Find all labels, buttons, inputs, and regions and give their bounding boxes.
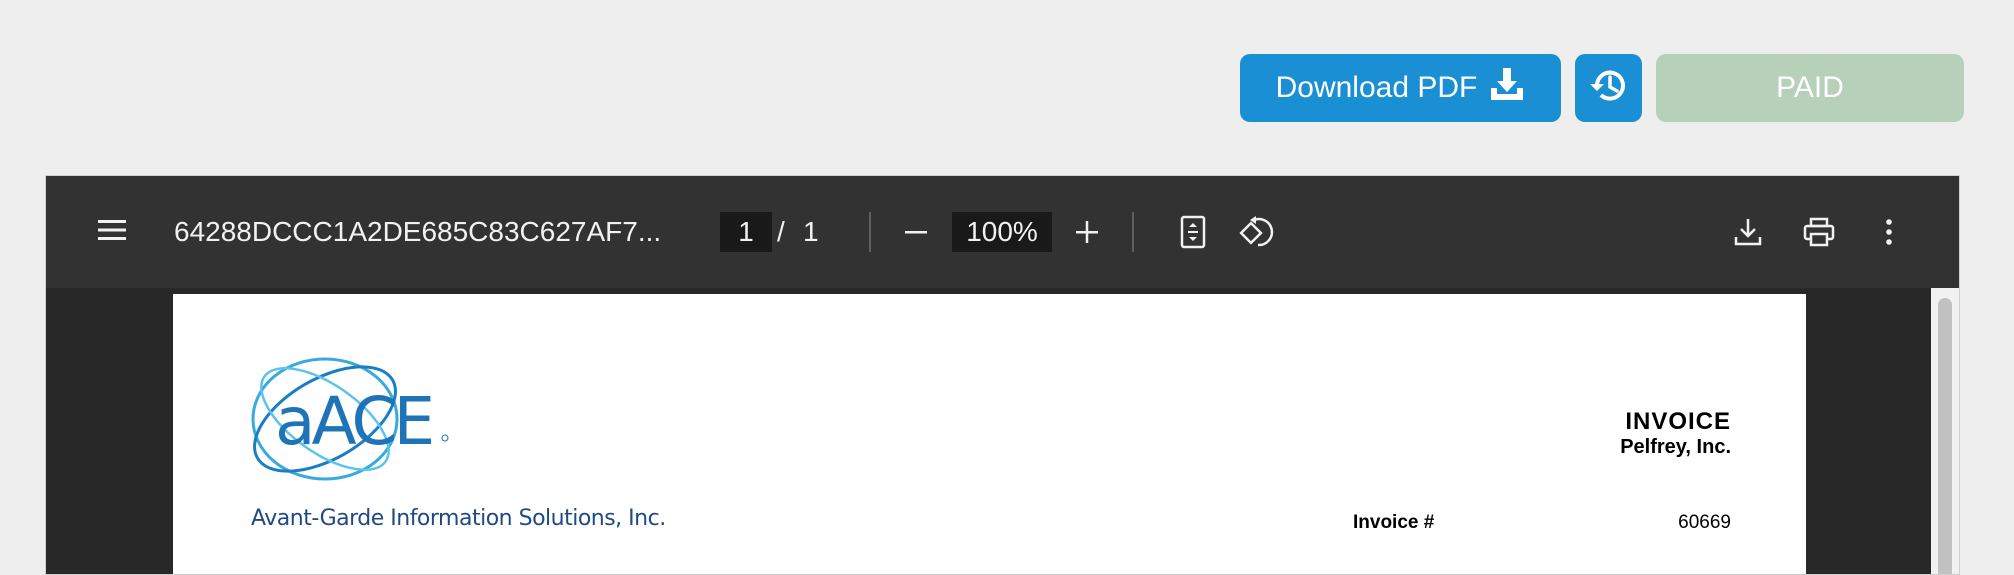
paid-status-button[interactable]: PAID [1656, 54, 1964, 122]
fit-page-icon[interactable] [1173, 212, 1213, 252]
page-separator: / [777, 216, 785, 247]
download-tray-icon [1489, 66, 1525, 110]
zoom-level-input[interactable]: 100% [952, 212, 1052, 252]
zoom-out-icon[interactable] [896, 212, 936, 252]
history-icon [1587, 64, 1631, 113]
page-number-input[interactable]: 1 [720, 212, 772, 252]
scrollbar[interactable] [1931, 288, 1959, 574]
document-title: 64288DCCC1A2DE685C83C627AF7... [174, 216, 662, 247]
invoice-number-label: Invoice # [1353, 512, 1435, 533]
download-pdf-button[interactable]: Download PDF [1240, 54, 1561, 122]
page-total: 1 [803, 216, 819, 247]
download-pdf-label: Download PDF [1275, 71, 1478, 104]
toolbar-divider [869, 212, 871, 252]
company-logo: aACE [243, 344, 463, 494]
print-icon[interactable] [1799, 212, 1839, 252]
company-name: Avant-Garde Information Solutions, Inc. [251, 506, 666, 531]
rotate-icon[interactable] [1236, 212, 1276, 252]
download-icon[interactable] [1728, 212, 1768, 252]
zoom-in-icon[interactable] [1067, 212, 1107, 252]
toolbar-divider [1132, 212, 1134, 252]
pdf-toolbar: 64288DCCC1A2DE685C83C627AF7... 1 / 1 100… [46, 176, 1959, 288]
history-button[interactable] [1575, 54, 1642, 122]
pdf-page: aACE Avant-Garde Information Solutions, … [173, 294, 1806, 574]
menu-icon[interactable] [94, 212, 130, 248]
client-name: Pelfrey, Inc. [1620, 436, 1731, 458]
scrollbar-thumb[interactable] [1938, 298, 1952, 574]
paid-label: PAID [1776, 71, 1844, 104]
more-options-icon[interactable] [1869, 212, 1909, 252]
logo-text: aACE [275, 383, 432, 460]
invoice-title: INVOICE [1625, 408, 1731, 435]
invoice-number-value: 60669 [1678, 512, 1731, 533]
pdf-viewer: 64288DCCC1A2DE685C83C627AF7... 1 / 1 100… [45, 175, 1960, 575]
